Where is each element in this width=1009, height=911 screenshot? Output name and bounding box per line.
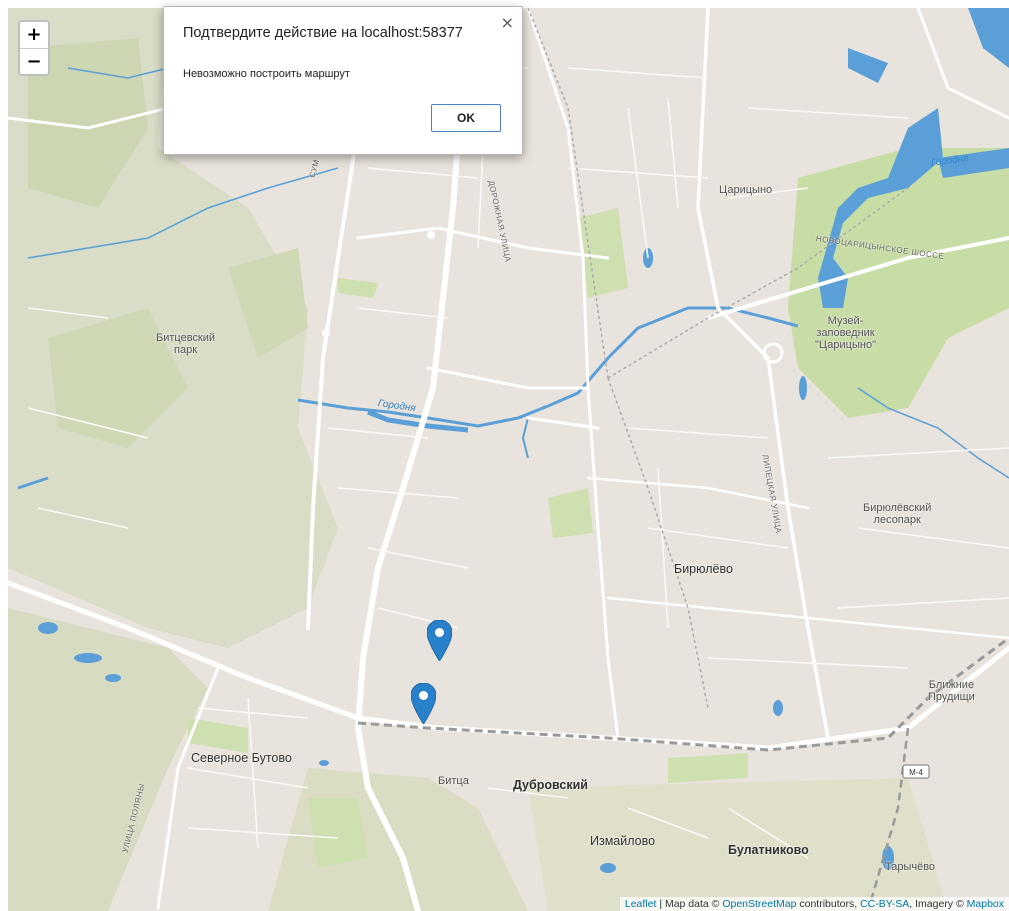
- place-label-tarychevo: Тарычёво: [885, 861, 936, 873]
- openstreetmap-link[interactable]: OpenStreetMap: [722, 898, 796, 910]
- place-label-blizhnie-prudishchi: Ближние Прудищи: [928, 679, 975, 703]
- place-label-museum: Музей- заповедник "Царицыно": [815, 315, 876, 351]
- map-attribution: Leaflet | Map data © OpenStreetMap contr…: [619, 897, 1009, 911]
- place-label-severnoe-butovo: Северное Бутово: [191, 751, 292, 765]
- place-label-dubrovsky: Дубровский: [513, 778, 588, 792]
- zoom-control: + −: [18, 20, 50, 76]
- map-marker-icon[interactable]: [427, 620, 452, 661]
- highway-shield-label: М-4: [909, 768, 923, 777]
- place-label-izmaylovo: Измайлово: [590, 834, 656, 848]
- mapbox-link[interactable]: Mapbox: [967, 898, 1004, 910]
- close-icon[interactable]: ×: [501, 13, 514, 32]
- zoom-in-button[interactable]: +: [20, 22, 48, 48]
- place-label-biryulevsky-forest: Бирюлёвский лесопарк: [863, 502, 932, 526]
- ok-button[interactable]: OK: [431, 104, 501, 132]
- attribution-contributors-text: contributors,: [799, 898, 858, 910]
- dialog-message: Невозможно построить маршрут: [183, 68, 350, 80]
- place-label-tsaritsyno: Царицыно: [719, 184, 773, 196]
- map-marker-icon[interactable]: [411, 683, 436, 724]
- confirm-dialog: Подтвердите действие на localhost:58377 …: [163, 6, 523, 155]
- dialog-title: Подтвердите действие на localhost:58377: [183, 25, 463, 41]
- cc-by-sa-link[interactable]: CC-BY-SA: [860, 898, 909, 910]
- place-label-bitsevsky-park: Битцевский парк: [156, 332, 216, 356]
- place-label-bulatnikovo: Булатниково: [728, 843, 809, 857]
- attribution-map-data-text: | Map data ©: [659, 898, 720, 910]
- place-label-bitsa: Битца: [438, 775, 469, 787]
- leaflet-link[interactable]: Leaflet: [625, 898, 657, 910]
- attribution-imagery-text: , Imagery ©: [909, 898, 964, 910]
- place-label-biryulevo: Бирюлёво: [674, 562, 733, 576]
- zoom-out-button[interactable]: −: [20, 48, 48, 74]
